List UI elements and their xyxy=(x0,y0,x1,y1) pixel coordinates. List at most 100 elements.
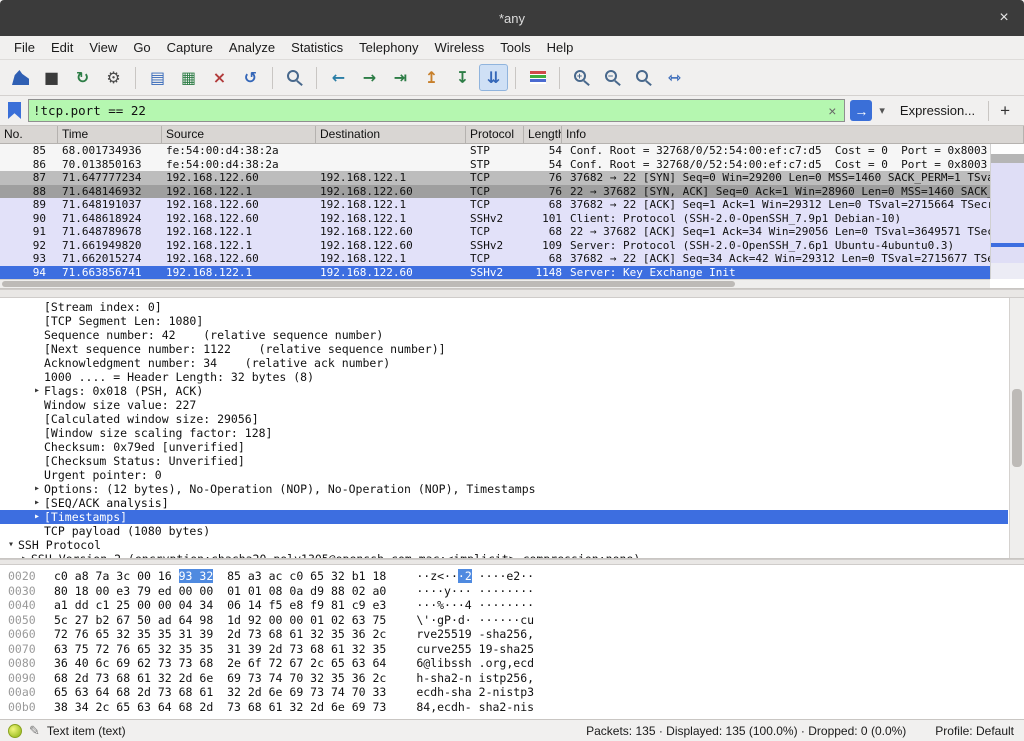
detail-line[interactable]: [Stream index: 0] xyxy=(0,300,1008,314)
packet-row-90[interactable]: 9071.648618924192.168.122.60192.168.122.… xyxy=(0,212,990,226)
display-filter-input[interactable] xyxy=(33,103,824,118)
detail-line[interactable]: [Window size scaling factor: 128] xyxy=(0,426,1008,440)
column-header-destination[interactable]: Destination xyxy=(316,126,466,143)
zoom-reset-button[interactable] xyxy=(629,64,658,91)
packet-row-92[interactable]: 9271.661949820192.168.122.1192.168.122.6… xyxy=(0,239,990,253)
find-packet-button[interactable] xyxy=(280,64,309,91)
column-header-time[interactable]: Time xyxy=(58,126,162,143)
filter-apply-button[interactable]: → xyxy=(850,100,872,121)
column-header-source[interactable]: Source xyxy=(162,126,316,143)
hex-row-0030[interactable]: 003080 18 00 e3 79 ed 00 00 01 01 08 0a … xyxy=(8,584,1024,599)
column-header-protocol[interactable]: Protocol xyxy=(466,126,524,143)
auto-scroll-button[interactable]: ⇊ xyxy=(479,64,508,91)
packet-row-85[interactable]: 8568.001734936fe:54:00:d4:38:2aSTP54Conf… xyxy=(0,144,990,158)
expression-button[interactable]: Expression... xyxy=(892,103,983,118)
packet-row-86[interactable]: 8670.013850163fe:54:00:d4:38:2aSTP54Conf… xyxy=(0,158,990,172)
menu-statistics[interactable]: Statistics xyxy=(283,40,351,55)
go-last-button[interactable]: ↧ xyxy=(448,64,477,91)
go-to-packet-button[interactable]: ⇥ xyxy=(386,64,415,91)
menu-wireless[interactable]: Wireless xyxy=(426,40,492,55)
menu-view[interactable]: View xyxy=(81,40,125,55)
capture-options-button[interactable]: ⚙ xyxy=(99,64,128,91)
titlebar[interactable]: *any × xyxy=(0,0,1024,36)
menu-edit[interactable]: Edit xyxy=(43,40,81,55)
stop-capture-button[interactable]: ■ xyxy=(37,64,66,91)
filter-bookmark-icon[interactable] xyxy=(8,102,21,119)
expand-icon[interactable]: ▸ xyxy=(30,384,44,398)
detail-line[interactable]: Checksum: 0x79ed [unverified] xyxy=(0,440,1008,454)
column-header-info[interactable]: Info xyxy=(562,126,1024,143)
detail-line[interactable]: [Calculated window size: 29056] xyxy=(0,412,1008,426)
column-header-no[interactable]: No. xyxy=(0,126,58,143)
add-filter-button[interactable]: + xyxy=(994,101,1016,121)
detail-line[interactable]: ▸Options: (12 bytes), No-Operation (NOP)… xyxy=(0,482,1008,496)
detail-line[interactable]: Window size value: 227 xyxy=(0,398,1008,412)
packet-row-88[interactable]: 8871.648146932192.168.122.1192.168.122.6… xyxy=(0,185,990,199)
zoom-in-button[interactable]: + xyxy=(567,64,596,91)
collapse-icon[interactable]: ▾ xyxy=(4,538,18,552)
hex-row-00b0[interactable]: 00b038 34 2c 65 63 64 68 2d 73 68 61 32 … xyxy=(8,700,1024,715)
expand-icon[interactable]: ▸ xyxy=(30,510,44,524)
hex-row-0020[interactable]: 0020c0 a8 7a 3c 00 16 93 32 85 a3 ac c0 … xyxy=(8,569,1024,584)
detail-line[interactable]: ▸[Timestamps] xyxy=(0,510,1008,524)
go-first-button[interactable]: ↥ xyxy=(417,64,446,91)
detail-line[interactable]: Acknowledgment number: 34 (relative ack … xyxy=(0,356,1008,370)
packet-row-94[interactable]: 9471.663856741192.168.122.1192.168.122.6… xyxy=(0,266,990,280)
expand-icon[interactable]: ▸ xyxy=(30,496,44,510)
detail-line[interactable]: Urgent pointer: 0 xyxy=(0,468,1008,482)
expand-icon[interactable]: ▸ xyxy=(17,552,31,558)
detail-line[interactable]: ▸SSH Version 2 (encryption:chacha20-poly… xyxy=(0,552,1008,558)
packet-list-hscrollbar[interactable] xyxy=(0,279,990,288)
detail-line[interactable]: [Checksum Status: Unverified] xyxy=(0,454,1008,468)
detail-line[interactable]: ▾SSH Protocol xyxy=(0,538,1008,552)
hex-row-0070[interactable]: 007063 75 72 76 65 32 35 35 31 39 2d 73 … xyxy=(8,642,1024,657)
open-file-button[interactable]: ▤ xyxy=(143,64,172,91)
packet-row-87[interactable]: 8771.647777234192.168.122.60192.168.122.… xyxy=(0,171,990,185)
packet-row-89[interactable]: 8971.648191037192.168.122.60192.168.122.… xyxy=(0,198,990,212)
detail-line[interactable]: [TCP Segment Len: 1080] xyxy=(0,314,1008,328)
go-back-button[interactable]: ← xyxy=(324,64,353,91)
menu-capture[interactable]: Capture xyxy=(159,40,221,55)
filter-clear-icon[interactable]: × xyxy=(824,103,840,119)
expand-icon[interactable]: ▸ xyxy=(30,482,44,496)
expert-info-icon[interactable] xyxy=(8,724,22,738)
packet-row-91[interactable]: 9171.648789678192.168.122.1192.168.122.6… xyxy=(0,225,990,239)
hex-row-00a0[interactable]: 00a065 63 64 68 2d 73 68 61 32 2d 6e 69 … xyxy=(8,685,1024,700)
save-file-button[interactable]: ▦ xyxy=(174,64,203,91)
detail-line[interactable]: TCP payload (1080 bytes) xyxy=(0,524,1008,538)
resize-columns-button[interactable]: ⇿ xyxy=(660,64,689,91)
capture-comment-icon[interactable]: ✎ xyxy=(29,723,40,739)
details-scrollbar[interactable] xyxy=(1009,298,1024,558)
reload-file-button[interactable]: ↺ xyxy=(236,64,265,91)
menu-file[interactable]: File xyxy=(6,40,43,55)
menu-telephony[interactable]: Telephony xyxy=(351,40,426,55)
start-capture-button[interactable] xyxy=(6,64,35,91)
hex-row-0080[interactable]: 008036 40 6c 69 62 73 73 68 2e 6f 72 67 … xyxy=(8,656,1024,671)
menu-analyze[interactable]: Analyze xyxy=(221,40,283,55)
detail-line[interactable]: ▸[SEQ/ACK analysis] xyxy=(0,496,1008,510)
go-forward-button[interactable]: → xyxy=(355,64,384,91)
details-scrollbar-thumb[interactable] xyxy=(1012,389,1022,467)
profile-button[interactable]: Profile: Default xyxy=(935,724,1014,738)
packet-row-93[interactable]: 9371.662015274192.168.122.60192.168.122.… xyxy=(0,252,990,266)
close-file-button[interactable]: × xyxy=(205,64,234,91)
colorize-button[interactable] xyxy=(523,64,552,91)
detail-line[interactable]: [Next sequence number: 1122 (relative se… xyxy=(0,342,1008,356)
hex-row-0040[interactable]: 0040a1 dd c1 25 00 00 04 34 06 14 f5 e8 … xyxy=(8,598,1024,613)
menu-tools[interactable]: Tools xyxy=(492,40,538,55)
packet-list-scrollbar[interactable] xyxy=(990,144,1024,279)
hscrollbar-thumb[interactable] xyxy=(2,281,735,287)
hex-row-0090[interactable]: 009068 2d 73 68 61 32 2d 6e 69 73 74 70 … xyxy=(8,671,1024,686)
detail-line[interactable]: 1000 .... = Header Length: 32 bytes (8) xyxy=(0,370,1008,384)
pane-splitter-top[interactable] xyxy=(0,289,1024,298)
detail-line[interactable]: Sequence number: 42 (relative sequence n… xyxy=(0,328,1008,342)
menu-go[interactable]: Go xyxy=(125,40,158,55)
menu-help[interactable]: Help xyxy=(539,40,582,55)
column-header-length[interactable]: Length xyxy=(524,126,562,143)
detail-line[interactable]: ▸Flags: 0x018 (PSH, ACK) xyxy=(0,384,1008,398)
restart-capture-button[interactable]: ↻ xyxy=(68,64,97,91)
hex-row-0050[interactable]: 00505c 27 b2 67 50 ad 64 98 1d 92 00 00 … xyxy=(8,613,1024,628)
hex-row-0060[interactable]: 006072 76 65 32 35 35 31 39 2d 73 68 61 … xyxy=(8,627,1024,642)
close-window-button[interactable]: × xyxy=(994,8,1014,28)
filter-dropdown-icon[interactable]: ▾ xyxy=(877,104,887,117)
